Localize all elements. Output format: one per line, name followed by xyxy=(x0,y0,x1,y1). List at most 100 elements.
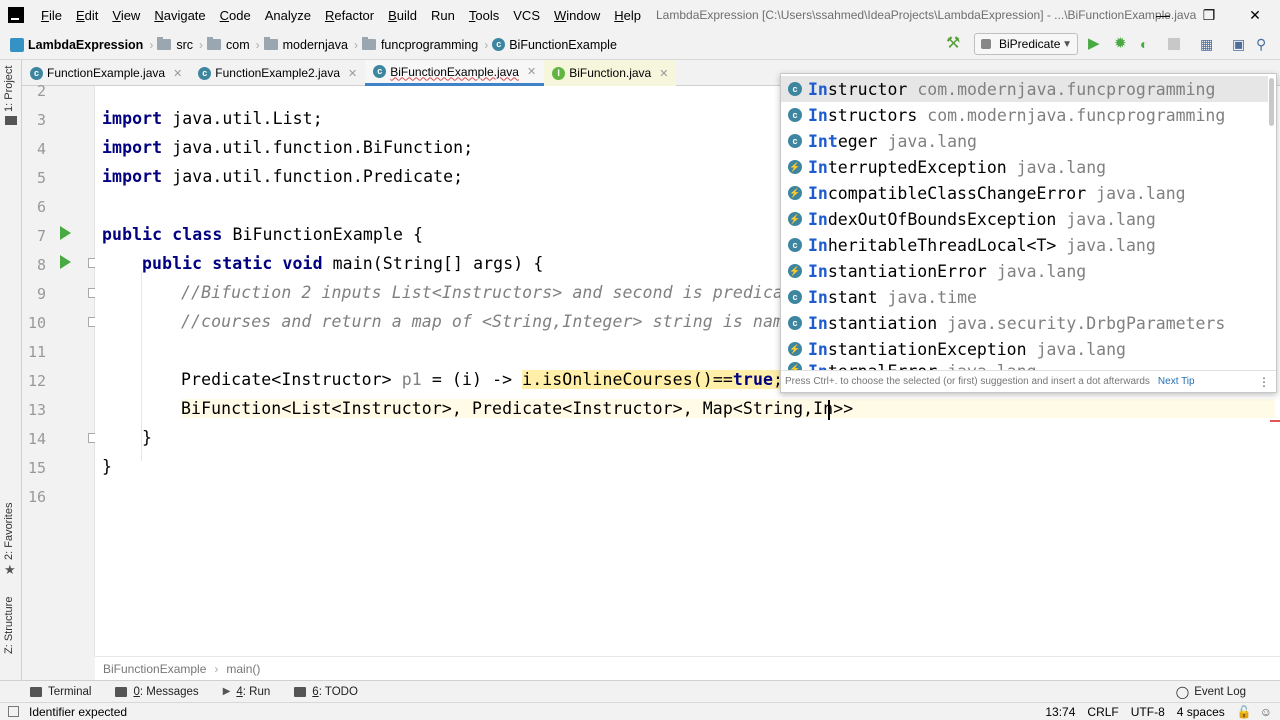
debug-icon[interactable]: ✹ xyxy=(1114,36,1130,52)
menu-navigate[interactable]: Navigate xyxy=(147,8,212,23)
file-encoding[interactable]: UTF-8 xyxy=(1131,705,1165,719)
menu-window[interactable]: Window xyxy=(547,8,607,23)
run-configuration-select[interactable]: BiPredicate ▼ xyxy=(974,33,1078,55)
breadcrumb-method[interactable]: main() xyxy=(226,662,260,676)
line-number: 5 xyxy=(36,169,46,187)
close-tab-icon[interactable]: ✕ xyxy=(173,67,182,80)
tab-function-example2[interactable]: c FunctionExample2.java ✕ xyxy=(190,60,365,86)
tool-window-todo[interactable]: 6: TODO xyxy=(294,686,358,698)
project-icon xyxy=(10,37,24,52)
suggestion-item[interactable]: c Instant java.time xyxy=(781,284,1268,310)
folder-icon xyxy=(263,37,278,50)
suggestion-item[interactable]: ⚡ IndexOutOfBoundsException java.lang xyxy=(781,206,1268,232)
chevron-right-icon: › xyxy=(199,37,203,52)
run-main-icon[interactable] xyxy=(60,255,71,269)
build-hammer-icon[interactable]: ⚒ xyxy=(946,36,962,52)
breadcrumb-com[interactable]: com xyxy=(207,37,250,52)
inspector-icon[interactable]: ☺ xyxy=(1260,705,1272,719)
menu-build[interactable]: Build xyxy=(381,8,424,23)
suggestion-item[interactable]: c Instructor com.modernjava.funcprogrammin… xyxy=(781,76,1268,102)
menu-run[interactable]: Run xyxy=(424,8,462,23)
tab-bifunction-example[interactable]: c BiFunctionExample.java ✕ xyxy=(365,60,545,86)
editor-gutter: 2 3 4 5 6 7 8 9 10 11 12 13 14 15 16 xyxy=(22,82,98,656)
tool-window-project[interactable]: 1: Project xyxy=(3,66,15,112)
search-everywhere-icon[interactable]: ⚲ xyxy=(1256,36,1272,52)
breadcrumb-class[interactable]: c BiFunctionExample xyxy=(492,38,617,52)
intellij-app-icon xyxy=(8,7,24,23)
stop-icon[interactable] xyxy=(1168,38,1180,50)
breadcrumb-project[interactable]: LambdaExpression xyxy=(28,38,143,52)
layout-icon[interactable]: ▣ xyxy=(1232,36,1248,52)
line-separator[interactable]: CRLF xyxy=(1087,705,1118,719)
popup-footer: Press Ctrl+. to choose the selected (or … xyxy=(781,370,1276,392)
suggestion-item[interactable]: c Integer java.lang xyxy=(781,128,1268,154)
breadcrumb-class[interactable]: BiFunctionExample xyxy=(103,662,206,676)
breadcrumb-funcprogramming[interactable]: funcprogramming xyxy=(361,37,478,52)
text-caret xyxy=(828,400,830,420)
more-options-icon[interactable]: ⋮ xyxy=(1258,375,1270,389)
tool-window-favorites[interactable]: 2: Favorites xyxy=(3,503,15,560)
suggestion-item[interactable]: c Instantiation java.security.DrbgParamete… xyxy=(781,310,1268,336)
chevron-right-icon: › xyxy=(484,37,489,52)
menu-help[interactable]: Help xyxy=(607,8,648,23)
line-number: 10 xyxy=(27,314,46,332)
code-line-10-comment: //courses and return a map of <String,In… xyxy=(181,312,794,331)
menu-file[interactable]: File xyxy=(34,8,69,23)
close-tab-icon[interactable]: ✕ xyxy=(659,67,668,80)
tool-windows-toggle-icon[interactable] xyxy=(8,706,19,717)
suggestion-item[interactable]: c InheritableThreadLocal<T> java.lang xyxy=(781,232,1268,258)
close-icon[interactable]: ✕ xyxy=(1232,0,1278,30)
tool-window-run[interactable]: ▶ 4: Run xyxy=(223,686,271,698)
menu-code[interactable]: Code xyxy=(213,8,258,23)
line-number: 7 xyxy=(36,227,46,245)
indent-setting[interactable]: 4 spaces xyxy=(1177,705,1225,719)
editor-breadcrumb: BiFunctionExample › main() xyxy=(95,656,1280,680)
maximize-icon[interactable]: ❐ xyxy=(1186,0,1232,30)
code-line-15: } xyxy=(102,457,113,476)
menu-items: File Edit View Navigate Code Analyze Refactor B… xyxy=(34,8,648,23)
todo-icon xyxy=(294,686,307,697)
tab-function-example[interactable]: c FunctionExample.java ✕ xyxy=(22,60,190,86)
status-message: Identifier expected xyxy=(29,704,128,719)
error-stripe-marker[interactable] xyxy=(1270,420,1280,422)
menu-refactor[interactable]: Refactor xyxy=(318,8,381,23)
run-icon: ▶ xyxy=(222,686,231,697)
close-tab-icon[interactable]: ✕ xyxy=(348,67,357,80)
completion-popup[interactable]: c Instructor com.modernjava.funcprogrammin… xyxy=(780,73,1277,393)
suggestion-item[interactable]: ⚡ InstantiationException java.lang xyxy=(781,336,1268,362)
breadcrumb-src[interactable]: src xyxy=(157,37,193,52)
suggestion-item[interactable]: ⚡ InstantiationError java.lang xyxy=(781,258,1268,284)
window-title: LambdaExpression [C:\Users\ssahmed\IdeaP… xyxy=(656,8,1197,22)
caret-position[interactable]: 13:74 xyxy=(1045,705,1075,719)
tool-window-structure[interactable]: Z: Structure xyxy=(3,597,15,654)
close-tab-icon[interactable]: ✕ xyxy=(527,65,536,78)
suggestion-item[interactable]: ⚡ IncompatibleClassChangeError java.lang xyxy=(781,180,1268,206)
run-icon[interactable]: ▶ xyxy=(1088,36,1104,52)
chevron-down-icon: ▼ xyxy=(1062,38,1072,50)
menu-vcs[interactable]: VCS xyxy=(506,8,547,23)
line-number: 3 xyxy=(36,111,46,129)
tool-window-terminal[interactable]: Terminal xyxy=(30,686,91,698)
menu-view[interactable]: View xyxy=(105,8,147,23)
next-tip-link[interactable]: Next Tip xyxy=(1158,376,1195,387)
popup-scrollbar[interactable] xyxy=(1269,78,1274,126)
menu-analyze[interactable]: Analyze xyxy=(258,8,318,23)
tool-window-messages[interactable]: 0: Messages xyxy=(115,686,199,698)
run-with-coverage-icon[interactable]: ◐ xyxy=(1140,36,1156,52)
code-line-8: public static void main(String[] args) { xyxy=(142,254,544,273)
project-structure-icon[interactable]: ▦ xyxy=(1200,36,1216,52)
menu-edit[interactable]: Edit xyxy=(69,8,105,23)
tool-window-event-log[interactable]: ◯ Event Log xyxy=(1176,685,1246,699)
line-number: 15 xyxy=(27,459,46,477)
suggestion-item[interactable]: ⚡ InterruptedException java.lang xyxy=(781,154,1268,180)
suggestion-item[interactable]: c Instructors com.modernjava.funcprogrammi… xyxy=(781,102,1268,128)
chevron-right-icon: › xyxy=(214,661,219,676)
menu-tools[interactable]: Tools xyxy=(462,8,506,23)
line-number: 6 xyxy=(36,198,46,216)
lock-icon[interactable]: 🔓 xyxy=(1237,705,1252,719)
folder-icon xyxy=(207,37,221,50)
breadcrumb-modernjava[interactable]: modernjava xyxy=(263,37,348,52)
run-class-icon[interactable] xyxy=(60,226,71,240)
tab-bifunction[interactable]: I BiFunction.java ✕ xyxy=(544,60,677,86)
minimize-icon[interactable]: — xyxy=(1140,0,1186,30)
